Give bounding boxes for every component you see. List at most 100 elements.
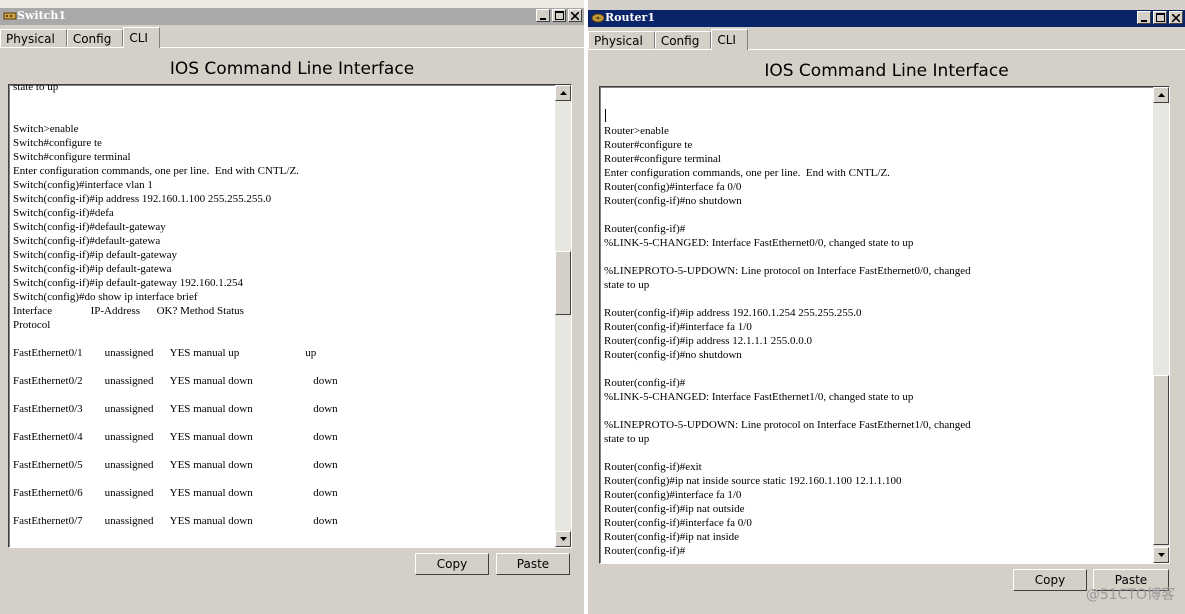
console-line: FastEthernet0/3 unassigned YES manual do… bbox=[13, 403, 338, 415]
console-line: Router(config-if)#ip nat outside bbox=[604, 503, 745, 515]
console-line: FastEthernet0/1 unassigned YES manual up… bbox=[13, 347, 317, 359]
copy-button[interactable]: Copy bbox=[415, 553, 489, 575]
paste-button[interactable]: Paste bbox=[496, 553, 570, 575]
minimize-button[interactable] bbox=[536, 9, 550, 22]
console-line: Router(config-if)#no shutdown bbox=[604, 349, 742, 361]
maximize-button[interactable] bbox=[1153, 11, 1167, 24]
close-icon bbox=[571, 11, 579, 20]
console-line: state to up bbox=[13, 84, 59, 93]
console-line: Router(config)#interface fa 0/0 bbox=[604, 181, 742, 193]
scroll-thumb[interactable] bbox=[555, 251, 571, 315]
console-line: Router(config-if)#exit bbox=[604, 461, 702, 473]
scroll-down-button[interactable] bbox=[555, 531, 571, 547]
copy-button[interactable]: Copy bbox=[1013, 569, 1087, 591]
switch-app-icon bbox=[3, 12, 17, 20]
minimize-icon bbox=[1141, 19, 1147, 22]
scroll-up-button[interactable] bbox=[555, 85, 571, 101]
maximize-button[interactable] bbox=[552, 9, 566, 22]
console-line: Router(config-if)#interface fa 1/0 bbox=[604, 321, 752, 333]
console-line: Router(config-if)# bbox=[604, 545, 686, 557]
minimize-icon bbox=[540, 17, 546, 20]
console-line: Switch(config-if)#default-gateway bbox=[13, 221, 166, 233]
tab-cli[interactable]: CLI bbox=[123, 27, 160, 48]
scroll-up-button[interactable] bbox=[1153, 87, 1169, 103]
console-line: Switch(config-if)#ip default-gateway bbox=[13, 249, 178, 261]
router-title: Router1 bbox=[605, 11, 656, 24]
console-line: Switch(config)#do show ip interface brie… bbox=[13, 291, 198, 303]
watermark: @51CTO博客 bbox=[1085, 587, 1175, 603]
background-window-strip bbox=[0, 0, 585, 8]
close-button[interactable] bbox=[1169, 11, 1183, 24]
router-console-text: Router>enable Router#configure te Router… bbox=[604, 96, 971, 558]
console-line: Router(config-if)#ip address 192.160.1.2… bbox=[604, 307, 862, 319]
console-line: Router(config-if)#ip address 12.1.1.1 25… bbox=[604, 335, 813, 347]
tab-config[interactable]: Config bbox=[654, 31, 712, 49]
console-line: Protocol bbox=[13, 319, 51, 331]
switch-console-text: state to up Switch>enable Switch#configu… bbox=[13, 84, 338, 528]
console-line: %LINEPROTO-5-UPDOWN: Line protocol on In… bbox=[604, 265, 971, 277]
close-button[interactable] bbox=[568, 9, 582, 22]
console-line: Router(config-if)#interface fa 0/0 bbox=[604, 517, 752, 529]
minimize-button[interactable] bbox=[1137, 11, 1151, 24]
console-line: Switch#configure terminal bbox=[13, 151, 131, 163]
tab-physical[interactable]: Physical bbox=[0, 29, 67, 47]
tab-cli[interactable]: CLI bbox=[711, 29, 748, 50]
console-line: Switch>enable bbox=[13, 123, 79, 135]
console-line: Switch(config-if)#ip address 192.160.1.1… bbox=[13, 193, 272, 205]
tab-config[interactable]: Config bbox=[66, 29, 124, 47]
switch-scrollbar[interactable] bbox=[555, 85, 571, 547]
scroll-thumb[interactable] bbox=[1153, 375, 1169, 545]
tab-physical[interactable]: Physical bbox=[588, 31, 655, 49]
close-icon bbox=[1172, 13, 1180, 22]
router-window: Router1 Physical Config CLI IOS Command … bbox=[588, 10, 1185, 614]
console-line: FastEthernet0/2 unassigned YES manual do… bbox=[13, 375, 338, 387]
console-line: %LINK-5-CHANGED: Interface FastEthernet0… bbox=[604, 237, 914, 249]
console-line: Router#configure te bbox=[604, 139, 693, 151]
router-tabs: Physical Config CLI bbox=[588, 29, 748, 50]
arrow-up-icon bbox=[559, 91, 567, 95]
console-line: %LINEPROTO-5-UPDOWN: Line protocol on In… bbox=[604, 419, 971, 431]
switch-tabs: Physical Config CLI bbox=[0, 27, 160, 48]
router-app-icon bbox=[591, 13, 605, 23]
switch-window: Switch1 Physical Config CLI IOS Command … bbox=[0, 8, 584, 614]
console-line: Router(config)#ip nat inside source stat… bbox=[604, 475, 902, 487]
console-line: Router(config-if)# bbox=[604, 377, 686, 389]
switch-console[interactable]: state to up Switch>enable Switch#configu… bbox=[8, 84, 572, 548]
router-console[interactable]: Router>enable Router#configure te Router… bbox=[599, 86, 1170, 564]
switch-titlebar[interactable]: Switch1 bbox=[0, 8, 584, 25]
scroll-down-button[interactable] bbox=[1153, 547, 1169, 563]
arrow-up-icon bbox=[1157, 93, 1165, 97]
console-line: Enter configuration commands, one per li… bbox=[13, 165, 299, 177]
console-line: Switch(config-if)#ip default-gatewa bbox=[13, 263, 172, 275]
arrow-down-icon bbox=[1157, 553, 1165, 557]
maximize-icon bbox=[1155, 13, 1165, 22]
console-line: Router(config-if)#ip nat inside bbox=[604, 531, 740, 543]
router-scrollbar[interactable] bbox=[1153, 87, 1169, 563]
console-line: state to up bbox=[604, 279, 650, 291]
console-line: Switch(config-if)#defa bbox=[13, 207, 114, 219]
console-line: FastEthernet0/4 unassigned YES manual do… bbox=[13, 431, 338, 443]
maximize-icon bbox=[554, 11, 564, 20]
router-window-controls bbox=[1137, 11, 1183, 24]
switch-title: Switch1 bbox=[17, 9, 67, 22]
console-line: Interface IP-Address OK? Method Status bbox=[13, 305, 244, 317]
router-titlebar[interactable]: Router1 bbox=[588, 10, 1185, 27]
console-line: Switch(config)#interface vlan 1 bbox=[13, 179, 153, 191]
console-line: %LINK-5-CHANGED: Interface FastEthernet1… bbox=[604, 391, 914, 403]
